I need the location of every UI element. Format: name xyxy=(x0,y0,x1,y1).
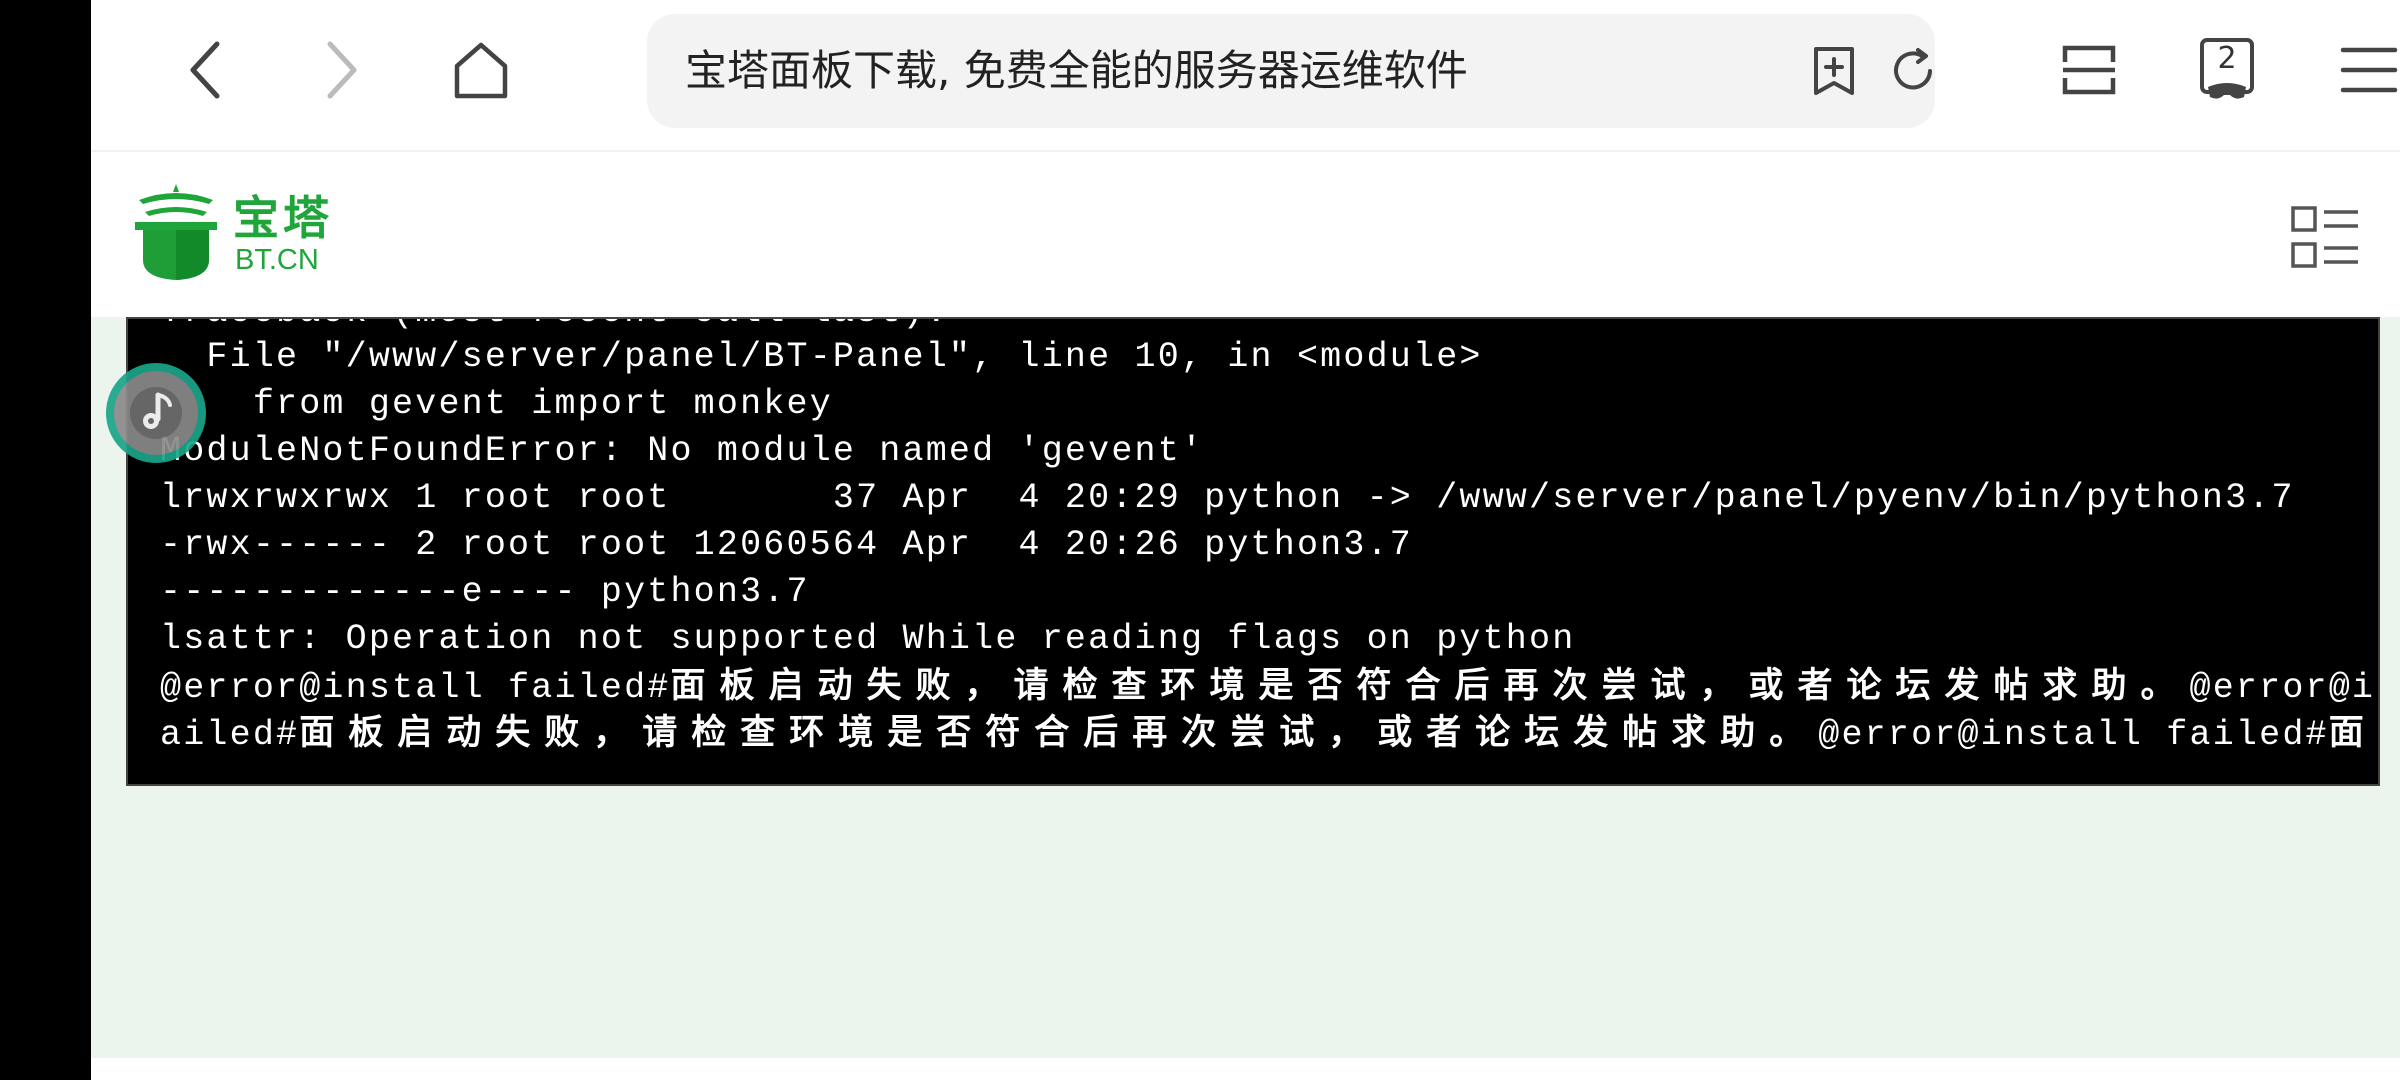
logo-chinese-text: 宝塔 xyxy=(233,191,333,245)
terminal-line: File "/www/server/panel/BT-Panel", line … xyxy=(160,337,1483,377)
terminal-output: Traceback (most recent call last): File … xyxy=(126,317,2380,786)
pagoda-logo-icon xyxy=(135,184,217,280)
content-area: Traceback (most recent call last): File … xyxy=(91,317,2400,1058)
bottom-strip xyxy=(91,1058,2400,1080)
error-prefix: @error@install failed# xyxy=(160,668,671,708)
left-black-bar xyxy=(0,0,91,1080)
reload-icon[interactable] xyxy=(1883,41,1943,101)
site-header: 宝塔 BT.CN xyxy=(91,152,2400,317)
back-arrow-icon[interactable] xyxy=(166,30,246,110)
error-message: 面板启动失败，请检查环境是否符合后再次尝试，或者论坛发帖求助。 xyxy=(670,666,2190,706)
error-prefix: ailed# xyxy=(160,715,300,755)
hamburger-menu-icon[interactable] xyxy=(2329,30,2400,110)
error-suffix: @error@ins xyxy=(2189,668,2379,708)
browser-page: 宝塔面板下载, 免费全能的服务器运维软件 2 宝塔 BT.CN File "/w… xyxy=(91,0,2400,1058)
terminal-line: -rwx------ 2 root root 12060564 Apr 4 20… xyxy=(160,525,1413,565)
site-logo[interactable]: 宝塔 BT.CN xyxy=(131,182,341,292)
terminal-line: from gevent import monkey xyxy=(160,384,833,424)
terminal-line: -------------e---- python3.7 xyxy=(160,572,810,612)
error-tail: 面板 xyxy=(2328,713,2378,753)
list-menu-icon[interactable] xyxy=(2290,202,2360,272)
address-bar[interactable]: 宝塔面板下载, 免费全能的服务器运维软件 xyxy=(647,14,1935,128)
home-icon[interactable] xyxy=(441,30,521,110)
error-suffix: @error@install failed# xyxy=(1818,715,2329,755)
terminal-error-line: @error@install failed#面板启动失败，请检查环境是否符合后再… xyxy=(160,663,2379,712)
logo-english-text: BT.CN xyxy=(235,244,319,276)
add-bookmark-icon[interactable] xyxy=(1804,41,1864,101)
page-title: 宝塔面板下载, 免费全能的服务器运维软件 xyxy=(685,46,1468,95)
terminal-line: lsattr: Operation not supported While re… xyxy=(160,619,1576,659)
terminal-error-line: ailed#面板启动失败，请检查环境是否符合后再次尝试，或者论坛发帖求助。@er… xyxy=(160,710,2378,759)
error-message: 面板启动失败，请检查环境是否符合后再次尝试，或者论坛发帖求助。 xyxy=(299,713,1819,753)
floating-music-button[interactable] xyxy=(106,363,206,463)
terminal-line: lrwxrwxrwx 1 root root 37 Apr 4 20:29 py… xyxy=(160,478,2295,518)
browser-toolbar: 宝塔面板下载, 免费全能的服务器运维软件 2 xyxy=(91,0,2400,152)
forward-arrow-icon[interactable] xyxy=(301,30,381,110)
terminal-line: ModuleNotFoundError: No module named 'ge… xyxy=(160,431,1205,471)
incognito-tabs-icon[interactable]: 2 xyxy=(2187,30,2267,110)
tab-count: 2 xyxy=(2217,41,2237,76)
music-note-icon xyxy=(130,387,182,439)
reader-mode-icon[interactable] xyxy=(2049,30,2129,110)
